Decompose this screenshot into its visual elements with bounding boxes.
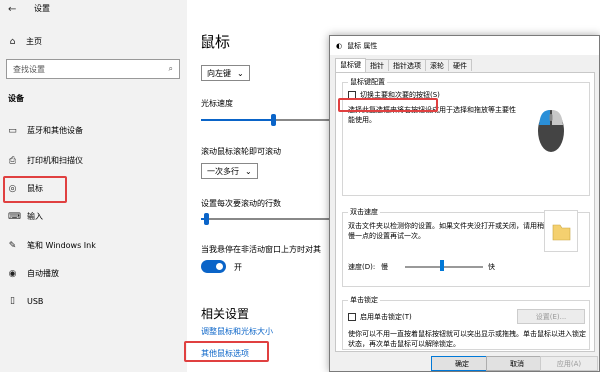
dialog-panel: 鼠标键配置 切换主要和次要的按钮(S) 选择此复选框来将右按钮设成用于选择和拖放… xyxy=(335,72,595,352)
group-legend: 双击速度 xyxy=(348,207,380,217)
search-placeholder: 查找设置 xyxy=(13,64,45,74)
slow-label: 慢 xyxy=(381,263,388,271)
scroll-dropdown[interactable]: 一次多行 ⌄ xyxy=(201,163,258,179)
lines-label: 设置每次要滚动的行数 xyxy=(201,199,281,208)
cursor-speed-thumb[interactable] xyxy=(271,114,276,126)
home-label: 主页 xyxy=(26,37,42,46)
click-lock-group: 单击锁定 启用单击锁定(T) 设置(E)... 使你可以不用一直按着鼠标按钮就可… xyxy=(342,295,590,350)
window-title: 设置 xyxy=(34,4,50,13)
keyboard-icon: ⌨ xyxy=(8,211,21,222)
usb-icon: ▯ xyxy=(10,296,15,306)
click-lock-checkbox[interactable] xyxy=(348,313,356,321)
sidebar-item-label: 蓝牙和其他设备 xyxy=(27,126,83,135)
tab-hardware[interactable]: 硬件 xyxy=(448,59,472,71)
home-nav-item[interactable]: ⌂ 主页 xyxy=(8,36,42,47)
sidebar-item-label: 输入 xyxy=(27,212,43,221)
group-label: 设备 xyxy=(8,94,24,103)
bluetooth-icon: ▭ xyxy=(8,125,17,136)
ok-button[interactable]: 确定 xyxy=(431,356,493,371)
mouse-image xyxy=(538,110,564,152)
click-lock-description: 使你可以不用一直按着鼠标按钮就可以突出显示或拖拽。单击鼠标以进入锁定状态，再次单… xyxy=(348,330,586,348)
tab-wheel[interactable]: 滚轮 xyxy=(425,59,449,71)
sidebar-item-usb[interactable]: ▯ USB xyxy=(8,296,43,306)
chevron-down-icon: ⌄ xyxy=(237,68,244,78)
fast-label: 快 xyxy=(488,263,495,271)
adjust-size-link[interactable]: 调整鼠标和光标大小 xyxy=(201,326,273,337)
back-arrow-icon[interactable]: ← xyxy=(8,4,16,15)
scroll-label: 滚动鼠标滚轮即可滚动 xyxy=(201,147,281,156)
toggle-knob xyxy=(216,263,223,270)
highlight-box xyxy=(3,176,67,203)
click-lock-label: 启用单击锁定(T) xyxy=(360,313,412,321)
autoplay-icon: ◉ xyxy=(8,268,17,279)
cursor-speed-label: 光标速度 xyxy=(201,99,233,108)
sidebar-item-typing[interactable]: ⌨ 输入 xyxy=(8,211,43,222)
tab-pointer-options[interactable]: 指针选项 xyxy=(388,59,426,71)
dropdown-value: 一次多行 xyxy=(207,166,239,176)
mouse-icon: ◐ xyxy=(336,41,343,50)
sidebar-item-label: 自动播放 xyxy=(27,269,59,278)
speed-label: 速度(D): xyxy=(348,263,376,271)
apply-button[interactable]: 应用(A) xyxy=(540,356,598,371)
settings-sidebar: ← 设置 ⌂ 主页 查找设置 ⌕ 设备 ▭ 蓝牙和其他设备 ⎙ 打印机和扫描仪 … xyxy=(0,0,187,372)
cancel-button[interactable]: 取消 xyxy=(486,356,548,371)
related-settings-title: 相关设置 xyxy=(201,307,250,321)
tab-buttons[interactable]: 鼠标键 xyxy=(335,58,366,72)
double-click-speed-thumb[interactable] xyxy=(440,260,444,271)
page-title: 鼠标 xyxy=(200,33,231,51)
hover-toggle[interactable] xyxy=(201,260,226,273)
pen-icon: ✎ xyxy=(8,240,17,251)
home-icon: ⌂ xyxy=(9,36,16,47)
test-folder-box[interactable] xyxy=(544,210,578,252)
hover-label: 当我悬停在非活动窗口上方时对其 xyxy=(201,245,321,254)
primary-button-dropdown[interactable]: 向左键 ⌄ xyxy=(201,65,250,81)
folder-icon xyxy=(552,224,571,241)
dialog-titlebar: ◐ 鼠标 属性 xyxy=(330,36,599,55)
search-input[interactable]: 查找设置 ⌕ xyxy=(6,59,180,79)
group-legend: 单击锁定 xyxy=(348,295,380,305)
double-click-description: 双击文件夹以检测你的设置。如果文件夹没打开或关闭，请用稍慢一点的设置再试一次。 xyxy=(348,222,544,240)
lines-slider[interactable] xyxy=(201,218,329,220)
search-icon: ⌕ xyxy=(168,64,173,73)
cursor-speed-fill xyxy=(201,119,273,121)
highlight-box xyxy=(338,98,438,112)
double-click-speed-slider[interactable] xyxy=(405,266,483,268)
double-click-group: 双击速度 双击文件夹以检测你的设置。如果文件夹没打开或关闭，请用稍慢一点的设置再… xyxy=(342,207,590,287)
sidebar-item-autoplay[interactable]: ◉ 自动播放 xyxy=(8,268,59,279)
lines-thumb[interactable] xyxy=(204,213,209,225)
sidebar-item-pen[interactable]: ✎ 笔和 Windows Ink xyxy=(8,240,96,251)
chevron-down-icon: ⌄ xyxy=(245,166,252,176)
dialog-tabs: 鼠标键 指针 指针选项 滚轮 硬件 xyxy=(335,58,472,72)
mouse-properties-dialog: ◐ 鼠标 属性 鼠标键 指针 指针选项 滚轮 硬件 鼠标键配置 切换主要和次要的… xyxy=(329,35,600,372)
sidebar-item-printers[interactable]: ⎙ 打印机和扫描仪 xyxy=(8,155,83,166)
toggle-state: 开 xyxy=(234,263,242,272)
group-legend: 鼠标键配置 xyxy=(348,77,387,87)
click-lock-settings-button[interactable]: 设置(E)... xyxy=(517,309,585,324)
dropdown-value: 向左键 xyxy=(207,68,231,78)
dialog-title: 鼠标 属性 xyxy=(347,41,378,50)
sidebar-item-bluetooth[interactable]: ▭ 蓝牙和其他设备 xyxy=(8,125,83,136)
sidebar-item-label: USB xyxy=(27,296,44,306)
printer-icon: ⎙ xyxy=(8,155,17,166)
tab-pointers[interactable]: 指针 xyxy=(365,59,389,71)
sidebar-item-label: 笔和 Windows Ink xyxy=(27,241,96,250)
highlight-box xyxy=(184,341,269,362)
sidebar-item-label: 打印机和扫描仪 xyxy=(27,156,83,165)
